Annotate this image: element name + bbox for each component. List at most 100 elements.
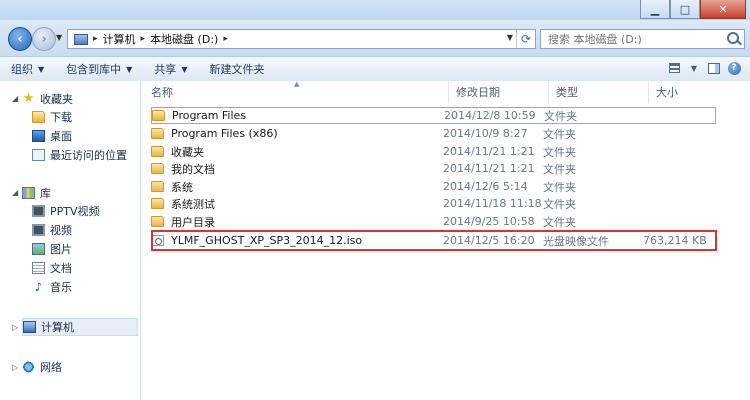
column-header-name[interactable]: 名称: [144, 81, 449, 103]
forward-button[interactable]: ›: [32, 27, 56, 51]
organize-label: 组织: [11, 63, 33, 76]
chevron-right-icon[interactable]: ▸: [223, 34, 228, 44]
libraries-icon: [22, 187, 35, 199]
file-name: Program Files: [172, 109, 247, 122]
column-header-modified[interactable]: 修改日期: [449, 81, 549, 103]
chevron-down-icon: ▼: [690, 63, 698, 73]
sidebar-item-label: 桌面: [50, 130, 72, 143]
share-label: 共享: [154, 63, 177, 76]
folder-icon: [151, 181, 164, 192]
file-name: YLMF_GHOST_XP_SP3_2014_12.iso: [171, 234, 363, 247]
sidebar-item-label: 网络: [40, 361, 62, 374]
window-controls: ▁ □ ✕: [640, 0, 746, 19]
file-size: 763,214 KB: [643, 234, 707, 247]
computer-icon: [23, 321, 36, 333]
address-bar[interactable]: ▸ 计算机 ▸ 本地磁盘 (D:) ▸ ▼ ⟳: [67, 29, 536, 49]
sidebar-item-favorites[interactable]: ★ 收藏夹: [22, 90, 73, 108]
sidebar-item-videos[interactable]: 视频: [32, 221, 72, 239]
file-type: 文件夹: [543, 215, 576, 229]
new-folder-button[interactable]: 新建文件夹: [198, 58, 275, 80]
folder-icon: [151, 163, 164, 174]
videos-icon: [32, 224, 45, 236]
include-in-library-label: 包含到库中: [66, 63, 122, 76]
table-row[interactable]: 收藏夹 2014/11/21 1:21 文件夹: [151, 143, 716, 160]
pptv-video-icon: [32, 205, 45, 217]
sidebar-item-label: 收藏夹: [40, 93, 73, 106]
command-bar: 组织 ▼ 包含到库中 ▼ 共享 ▼ 新建文件夹 ▼ ?: [0, 56, 750, 82]
chevron-right-icon[interactable]: ▸: [93, 34, 98, 44]
folder-icon: [151, 216, 164, 227]
sidebar-item-label: 最近访问的位置: [50, 149, 127, 162]
folder-icon: [152, 110, 165, 121]
file-name: Program Files (x86): [171, 127, 278, 140]
address-dropdown-icon[interactable]: ▼: [507, 33, 513, 42]
sidebar-item-music[interactable]: ♪ 音乐: [32, 278, 72, 296]
table-row[interactable]: 系统 2014/12/6 5:14 文件夹: [151, 178, 716, 195]
file-type: 文件夹: [543, 145, 576, 159]
sidebar-item-label: 图片: [50, 243, 72, 256]
computer-icon: [74, 33, 88, 45]
help-button[interactable]: ?: [724, 59, 744, 77]
music-icon: ♪: [34, 280, 43, 294]
collapse-libraries-icon[interactable]: ◢: [12, 188, 18, 197]
search-icon[interactable]: [727, 32, 739, 44]
sidebar-item-pictures[interactable]: 图片: [32, 240, 72, 258]
preview-pane-button[interactable]: [704, 59, 724, 77]
desktop-icon: [32, 130, 45, 142]
column-header-size[interactable]: 大小: [649, 81, 719, 103]
chevron-down-icon: ▼: [126, 64, 133, 74]
sidebar-item-label: 文档: [50, 262, 72, 275]
file-date: 2014/10/9 8:27: [443, 127, 528, 140]
table-row[interactable]: Program Files (x86) 2014/10/9 8:27 文件夹: [151, 125, 716, 142]
breadcrumb-computer[interactable]: 计算机: [103, 31, 136, 47]
disc-image-icon: [151, 235, 164, 246]
address-row: ‹ › ▼ ▸ 计算机 ▸ 本地磁盘 (D:) ▸ ▼ ⟳: [0, 20, 750, 56]
sidebar-item-network[interactable]: 网络: [22, 358, 62, 376]
column-header-type[interactable]: 类型: [549, 81, 649, 103]
table-row[interactable]: 我的文档 2014/11/21 1:21 文件夹: [151, 160, 716, 177]
table-row[interactable]: 用户目录 2014/9/25 10:58 文件夹: [151, 213, 716, 230]
sidebar-item-desktop[interactable]: 桌面: [32, 127, 72, 145]
chevron-down-icon: ▼: [181, 64, 188, 74]
back-button[interactable]: ‹: [8, 27, 32, 51]
file-type: 光盘映像文件: [543, 234, 609, 248]
file-name: 我的文档: [171, 162, 215, 176]
share-button[interactable]: 共享 ▼: [143, 58, 198, 80]
pictures-icon: [32, 243, 45, 255]
search-input[interactable]: [546, 31, 730, 47]
breadcrumb-local-disk-d[interactable]: 本地磁盘 (D:): [150, 31, 218, 47]
more-options-button[interactable]: ▼: [684, 59, 704, 77]
table-row[interactable]: 系统测试 2014/11/18 11:18 文件夹: [151, 195, 716, 212]
network-icon: [22, 361, 35, 373]
recent-pages-dropdown[interactable]: ▼: [56, 33, 62, 42]
sidebar-item-computer[interactable]: 计算机: [22, 318, 138, 336]
collapse-favorites-icon[interactable]: ◢: [12, 94, 18, 103]
sidebar-item-label: 音乐: [50, 281, 72, 294]
refresh-icon[interactable]: ⟳: [516, 30, 535, 48]
change-view-button[interactable]: [664, 59, 684, 77]
sidebar-item-downloads[interactable]: 下载: [32, 108, 72, 126]
table-row[interactable]: YLMF_GHOST_XP_SP3_2014_12.iso 2014/12/5 …: [151, 232, 716, 249]
file-name: 系统: [171, 180, 193, 194]
include-in-library-button[interactable]: 包含到库中 ▼: [55, 58, 143, 80]
organize-button[interactable]: 组织 ▼: [0, 58, 55, 80]
expand-computer-icon[interactable]: ▷: [12, 323, 18, 332]
sidebar-item-recent-places[interactable]: 最近访问的位置: [32, 146, 127, 164]
sidebar-item-libraries[interactable]: 库: [22, 184, 51, 202]
maximize-button[interactable]: □: [670, 0, 700, 19]
navigation-pane: ◢ ★ 收藏夹 下载 桌面 最近访问的位置 ◢ 库 PPTV视频 视频 图片 文…: [0, 81, 141, 400]
file-type: 文件夹: [543, 127, 576, 141]
folder-icon: [151, 128, 164, 139]
sidebar-item-pptv-video[interactable]: PPTV视频: [32, 202, 100, 220]
table-row[interactable]: Program Files 2014/12/8 10:59 文件夹: [151, 107, 716, 124]
file-date: 2014/12/5 16:20: [443, 234, 535, 247]
chevron-right-icon[interactable]: ▸: [141, 34, 146, 44]
minimize-button[interactable]: ▁: [640, 0, 670, 19]
close-button[interactable]: ✕: [700, 0, 746, 19]
star-icon: ★: [22, 91, 35, 106]
search-box[interactable]: [540, 29, 745, 49]
expand-network-icon[interactable]: ▷: [12, 363, 18, 372]
help-icon: ?: [727, 61, 741, 75]
sidebar-item-documents[interactable]: 文档: [32, 259, 72, 277]
file-type: 文件夹: [543, 197, 576, 211]
